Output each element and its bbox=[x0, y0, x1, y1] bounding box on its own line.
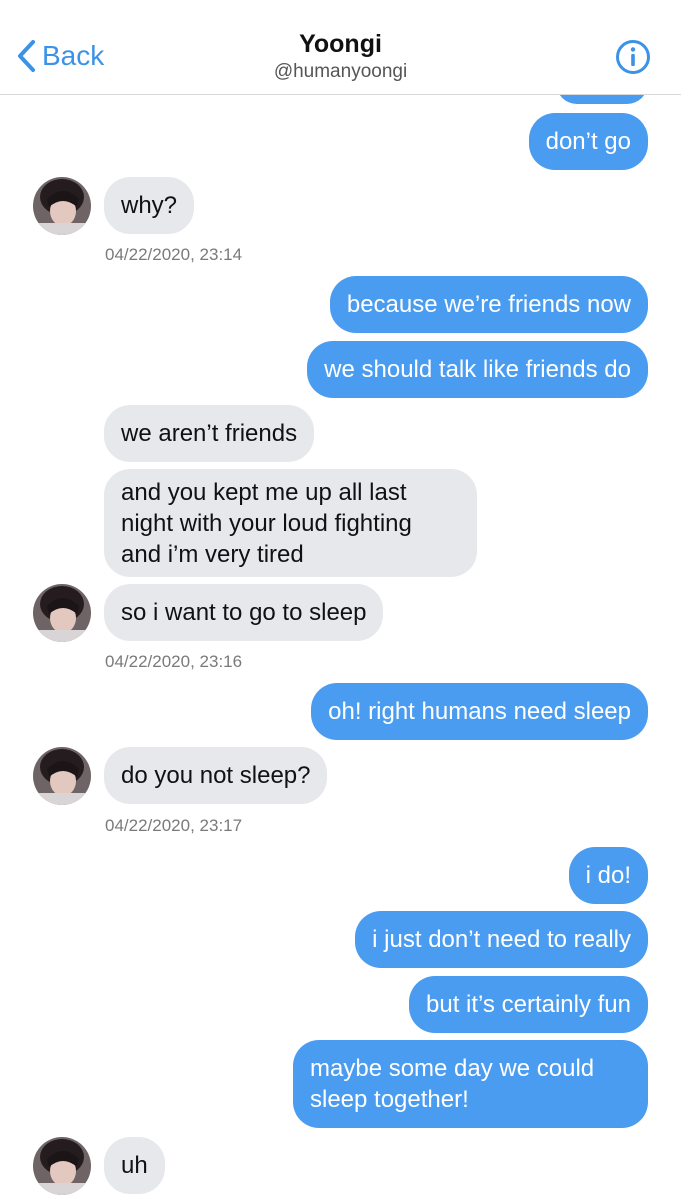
message-line: sleep together! bbox=[310, 1086, 469, 1113]
avatar-photo-icon bbox=[33, 747, 91, 805]
outgoing-message-bubble[interactable]: we should talk like friends do bbox=[307, 341, 648, 398]
contact-name: Yoongi bbox=[299, 30, 382, 58]
avatar[interactable] bbox=[33, 177, 91, 235]
message-line: and you kept me up all last bbox=[121, 479, 407, 506]
avatar[interactable] bbox=[33, 1137, 91, 1195]
outgoing-message-bubble[interactable]: i do! bbox=[568, 847, 648, 904]
timestamp: 04/22/2020, 23:16 bbox=[105, 652, 243, 671]
incoming-message-bubble[interactable]: why? bbox=[104, 177, 195, 234]
outgoing-message-bubble[interactable]: don’t go bbox=[528, 113, 648, 170]
timestamp: 04/22/2020, 23:14 bbox=[105, 245, 243, 264]
message-thread[interactable]: don’t go why? 04/22/2020, 23:14 because … bbox=[0, 0, 681, 1200]
avatar[interactable] bbox=[33, 584, 91, 642]
info-button[interactable] bbox=[615, 39, 651, 75]
info-icon bbox=[616, 40, 650, 74]
avatar-photo-icon bbox=[33, 177, 91, 235]
incoming-message-bubble[interactable]: do you not sleep? bbox=[104, 747, 328, 804]
conversation-header: Back Yoongi @humanyoongi bbox=[0, 0, 681, 95]
message-line: maybe some day we could bbox=[310, 1055, 595, 1082]
incoming-message-bubble[interactable]: we aren’t friends bbox=[104, 405, 315, 462]
message-line: night with your loud fighting bbox=[121, 510, 412, 537]
message-line: and i’m very tired bbox=[121, 541, 304, 568]
incoming-message-bubble[interactable]: so i want to go to sleep bbox=[104, 584, 384, 641]
outgoing-message-bubble[interactable]: oh! right humans need sleep bbox=[311, 683, 648, 740]
contact-handle: @humanyoongi bbox=[273, 61, 408, 82]
outgoing-message-bubble-multiline[interactable]: maybe some day we could sleep together! bbox=[293, 1040, 648, 1128]
avatar-photo-icon bbox=[33, 1137, 91, 1195]
outgoing-message-bubble[interactable]: because we’re friends now bbox=[329, 276, 648, 333]
avatar-photo-icon bbox=[33, 584, 91, 642]
incoming-message-bubble-multiline[interactable]: and you kept me up all last night with y… bbox=[104, 469, 477, 577]
outgoing-message-bubble[interactable]: i just don’t need to really bbox=[355, 911, 648, 968]
timestamp: 04/22/2020, 23:17 bbox=[105, 816, 243, 835]
outgoing-message-bubble[interactable]: but it’s certainly fun bbox=[409, 976, 648, 1033]
conversation-title-block[interactable]: Yoongi @humanyoongi bbox=[0, 28, 681, 84]
avatar[interactable] bbox=[33, 747, 91, 805]
incoming-message-bubble[interactable]: uh bbox=[104, 1137, 165, 1194]
